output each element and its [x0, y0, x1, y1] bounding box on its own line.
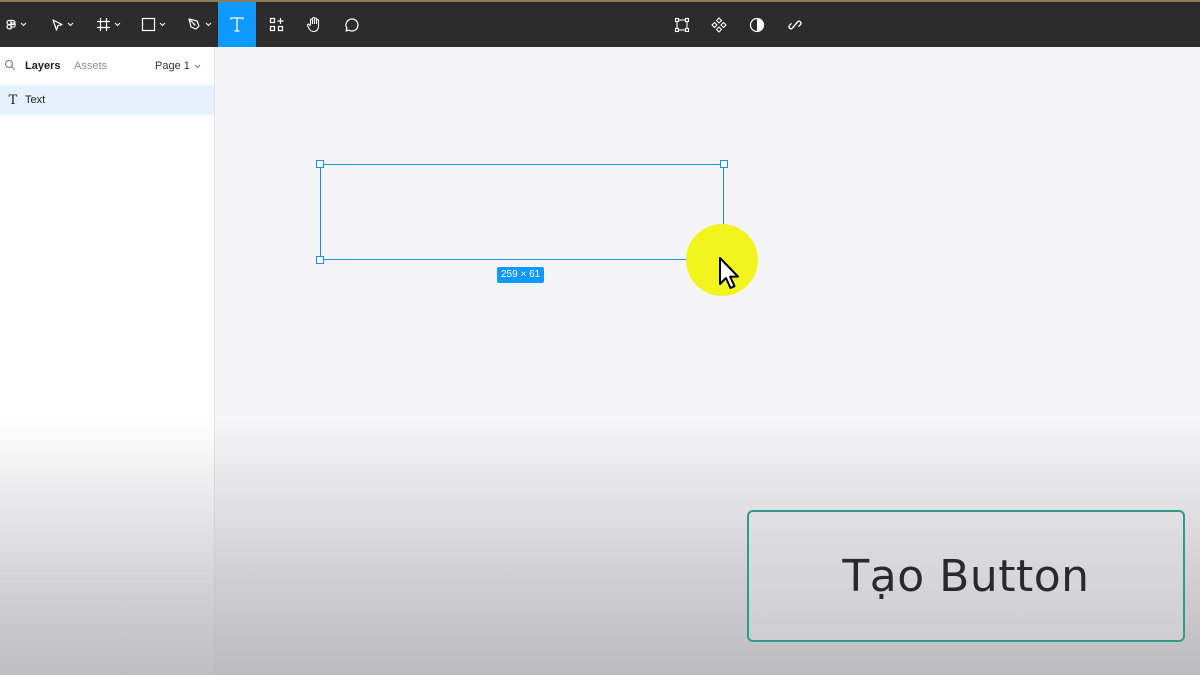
resize-handle-top-right[interactable]: [720, 160, 728, 168]
resources-tool-button[interactable]: [258, 2, 294, 47]
layers-panel: Layers Assets Page 1 T Text: [0, 47, 215, 675]
pointer-icon: [52, 18, 63, 31]
chevron-down-icon: [67, 22, 74, 27]
resize-handle-bottom-left[interactable]: [316, 256, 324, 264]
text-selection-box[interactable]: [320, 164, 724, 260]
chevron-down-icon: [159, 22, 165, 27]
chevron-down-icon: [205, 22, 211, 27]
link-icon: [788, 20, 802, 29]
layer-item-text[interactable]: T Text: [0, 85, 214, 115]
resize-handle-top-left[interactable]: [316, 160, 324, 168]
layer-label: Text: [25, 94, 46, 106]
figma-logo-icon: [6, 19, 16, 29]
comment-tool-button[interactable]: [334, 2, 370, 47]
frame-tool-button[interactable]: [90, 2, 126, 47]
dimension-badge: 259 × 61: [497, 267, 545, 283]
chevron-down-icon: [20, 22, 27, 27]
tab-assets[interactable]: Assets: [74, 60, 107, 72]
hand-tool-button[interactable]: [296, 2, 332, 47]
page-selector-label: Page 1: [155, 60, 190, 72]
contrast-icon: [749, 17, 765, 32]
component-button[interactable]: [700, 2, 738, 47]
top-toolbar: [0, 0, 1200, 47]
resources-icon: [269, 17, 283, 32]
component-icon: [711, 16, 727, 33]
move-tool-button[interactable]: [44, 2, 80, 47]
search-icon[interactable]: [4, 59, 16, 71]
rectangle-icon: [141, 17, 155, 32]
tab-layers[interactable]: Layers: [25, 60, 60, 72]
hand-icon: [306, 16, 320, 33]
page-selector[interactable]: Page 1: [155, 60, 201, 72]
link-button[interactable]: [776, 2, 814, 47]
bounding-box-icon: [674, 17, 690, 32]
text-layer-icon: T: [8, 92, 18, 108]
shape-tool-button[interactable]: [134, 2, 172, 47]
frame-icon: [96, 18, 110, 31]
comment-icon: [345, 17, 359, 32]
panel-tabs: Layers Assets Page 1: [0, 47, 214, 85]
main-menu-button[interactable]: [0, 2, 32, 47]
mask-button[interactable]: [738, 2, 776, 47]
pen-tool-button[interactable]: [180, 2, 218, 47]
cursor-arrow-icon: [719, 257, 739, 289]
title-overlay-label: Tạo Button: [842, 550, 1090, 602]
text-icon: [230, 17, 244, 32]
chevron-down-icon: [194, 64, 201, 68]
chevron-down-icon: [114, 22, 120, 27]
edit-object-button[interactable]: [664, 2, 700, 47]
title-overlay-box: Tạo Button: [747, 510, 1185, 642]
text-tool-button[interactable]: [218, 2, 256, 47]
pen-icon: [187, 18, 200, 30]
